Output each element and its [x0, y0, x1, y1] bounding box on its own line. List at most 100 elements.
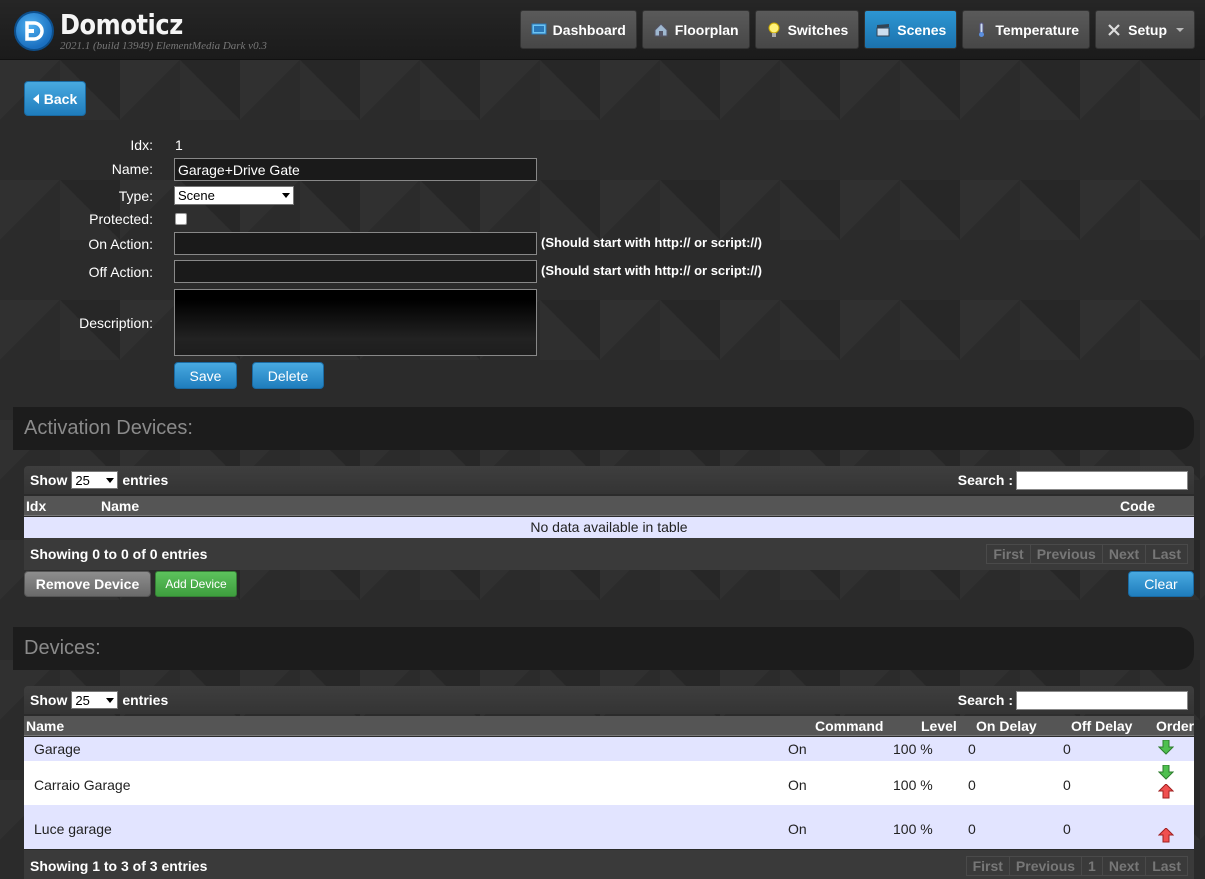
device-on-delay: 0 — [968, 777, 976, 793]
col-on-delay[interactable]: On Delay — [976, 718, 1037, 734]
activation-length-select[interactable]: 25 — [71, 471, 119, 489]
pager-next[interactable]: Next — [1103, 857, 1147, 875]
move-up-icon[interactable] — [1158, 828, 1174, 843]
col-command[interactable]: Command — [815, 718, 883, 734]
app-header: Domoticz 2021.1 (build 13949) ElementMed… — [0, 0, 1205, 60]
idx-label: Idx: — [130, 137, 153, 153]
protected-checkbox[interactable] — [175, 213, 187, 225]
entries-label: entries — [122, 472, 169, 488]
on-action-input[interactable] — [174, 232, 537, 255]
save-button[interactable]: Save — [174, 362, 237, 389]
name-label: Name: — [111, 161, 153, 177]
devices-table-toolbar: Show 25 entries Search : — [24, 686, 1194, 714]
nav-label: Setup — [1128, 21, 1167, 38]
nav-temperature[interactable]: Temperature — [962, 10, 1091, 49]
activation-table-footer: Showing 0 to 0 of 0 entries First Previo… — [24, 538, 1194, 570]
nav-floorplan[interactable]: Floorplan — [641, 10, 750, 49]
pager-last[interactable]: Last — [1146, 857, 1187, 875]
version-text: 2021.1 (build 13949) ElementMedia Dark v… — [60, 40, 267, 52]
device-off-delay: 0 — [1063, 821, 1071, 837]
nav-switches[interactable]: Switches — [754, 10, 860, 49]
col-off-delay[interactable]: Off Delay — [1071, 718, 1132, 734]
domoticz-logo-icon[interactable] — [14, 11, 54, 51]
device-off-delay: 0 — [1063, 741, 1071, 757]
nav-scenes[interactable]: Scenes — [864, 10, 958, 49]
table-row[interactable]: Garage On 100 % 0 0 — [24, 737, 1194, 761]
devices-length-select[interactable]: 25 — [71, 691, 119, 709]
type-select[interactable]: Scene — [174, 186, 294, 205]
empty-text: No data available in table — [530, 519, 688, 535]
pager-first[interactable]: First — [987, 545, 1031, 563]
col-name[interactable]: Name — [26, 718, 64, 734]
chevron-down-icon — [106, 477, 115, 483]
activation-table-toolbar: Show 25 entries Search : — [24, 466, 1194, 494]
move-up-icon[interactable] — [1158, 784, 1174, 799]
devices-info: Showing 1 to 3 of 3 entries — [30, 858, 208, 874]
table-row[interactable]: Luce garage On 100 % 0 0 — [24, 805, 1194, 849]
off-action-hint: (Should start with http:// or script://) — [541, 263, 762, 278]
add-device-button[interactable]: Add Device — [155, 571, 237, 597]
pager-first[interactable]: First — [967, 857, 1010, 875]
move-down-icon[interactable] — [1158, 765, 1174, 780]
on-action-label: On Action: — [88, 236, 153, 252]
tools-icon — [1108, 23, 1120, 36]
clear-button[interactable]: Clear — [1128, 571, 1194, 597]
back-label: Back — [43, 90, 78, 107]
pager-next[interactable]: Next — [1103, 545, 1147, 563]
bulb-icon — [768, 22, 780, 37]
length-value: 25 — [75, 692, 90, 708]
delete-label: Delete — [267, 367, 309, 384]
delete-button[interactable]: Delete — [252, 362, 324, 389]
protected-label: Protected: — [89, 211, 153, 227]
back-button[interactable]: Back — [24, 81, 86, 116]
device-name: Carraio Garage — [34, 777, 131, 793]
description-label: Description: — [79, 315, 153, 331]
name-input[interactable] — [174, 158, 537, 181]
col-name[interactable]: Name — [101, 498, 139, 514]
col-idx[interactable]: Idx — [26, 498, 46, 514]
search-label: Search : — [957, 472, 1013, 488]
pager-last[interactable]: Last — [1146, 545, 1187, 563]
devices-table-footer: Showing 1 to 3 of 3 entries First Previo… — [24, 850, 1194, 879]
device-command: On — [788, 821, 807, 837]
main-nav: Dashboard Floorplan Switches Scenes Temp… — [519, 10, 1195, 49]
col-code[interactable]: Code — [1120, 498, 1155, 514]
nav-label: Dashboard — [552, 21, 626, 38]
save-label: Save — [189, 367, 222, 384]
table-row[interactable]: Carraio Garage On 100 % 0 0 — [24, 761, 1194, 805]
description-textarea[interactable] — [174, 289, 537, 356]
pager-previous[interactable]: Previous — [1031, 545, 1103, 563]
scene-edit-page: Back Idx: 1 Name: Type: Scene Protected:… — [0, 60, 1205, 879]
off-action-input[interactable] — [174, 260, 537, 283]
on-action-hint: (Should start with http:// or script://) — [541, 235, 762, 250]
idx-value: 1 — [175, 137, 183, 153]
device-level: 100 % — [893, 821, 933, 837]
type-select-value: Scene — [178, 188, 215, 203]
device-level: 100 % — [893, 741, 933, 757]
brand-name: Domoticz — [60, 8, 183, 41]
type-label: Type: — [118, 188, 153, 204]
device-name: Luce garage — [34, 821, 112, 837]
device-command: On — [788, 741, 807, 757]
entries-label: entries — [122, 692, 169, 708]
nav-dashboard[interactable]: Dashboard — [519, 10, 637, 49]
pager-previous[interactable]: Previous — [1010, 857, 1083, 875]
remove-device-button[interactable]: Remove Device — [24, 571, 151, 597]
devices-header: Devices: — [13, 627, 1194, 670]
activation-search-input[interactable] — [1016, 470, 1188, 490]
nav-label: Floorplan — [674, 21, 739, 38]
pager-page-1[interactable]: 1 — [1082, 857, 1103, 875]
caret-down-icon — [1176, 27, 1184, 32]
nav-label: Switches — [787, 21, 849, 38]
devices-search-input[interactable] — [1016, 690, 1188, 710]
thermometer-icon — [979, 22, 985, 37]
col-order[interactable]: Order — [1156, 718, 1194, 734]
device-name: Garage — [34, 741, 81, 757]
chevron-down-icon — [106, 697, 115, 703]
empty-row: No data available in table — [24, 517, 1194, 538]
move-down-icon[interactable] — [1158, 740, 1174, 755]
device-command: On — [788, 777, 807, 793]
col-level[interactable]: Level — [921, 718, 957, 734]
activation-table-header: Idx Name Code — [24, 496, 1194, 516]
nav-setup[interactable]: Setup — [1095, 10, 1195, 49]
